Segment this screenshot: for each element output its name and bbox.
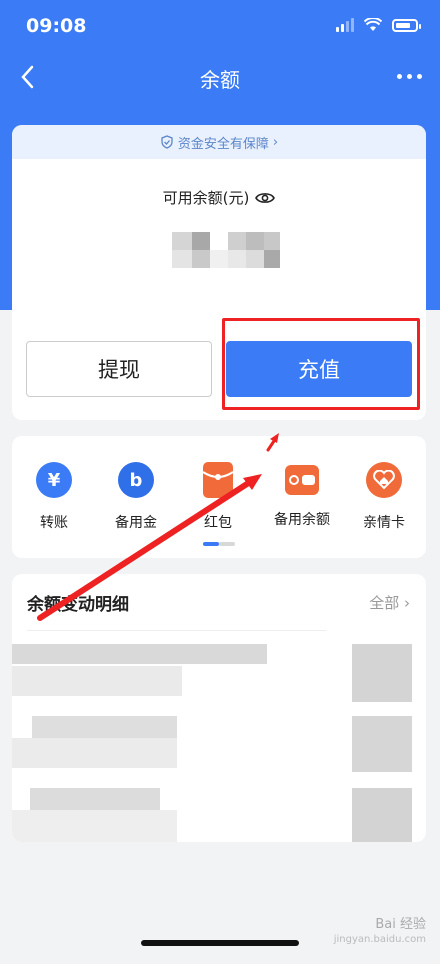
watermark-text: Bai 经验 [375,917,426,932]
watermark-logo: Bai 经验 jingyan.baidu.com [334,913,426,945]
arrow-head [270,433,279,443]
annotation-arrows [37,433,279,621]
home-indicator [141,940,299,946]
watermark-url: jingyan.baidu.com [333,934,426,945]
